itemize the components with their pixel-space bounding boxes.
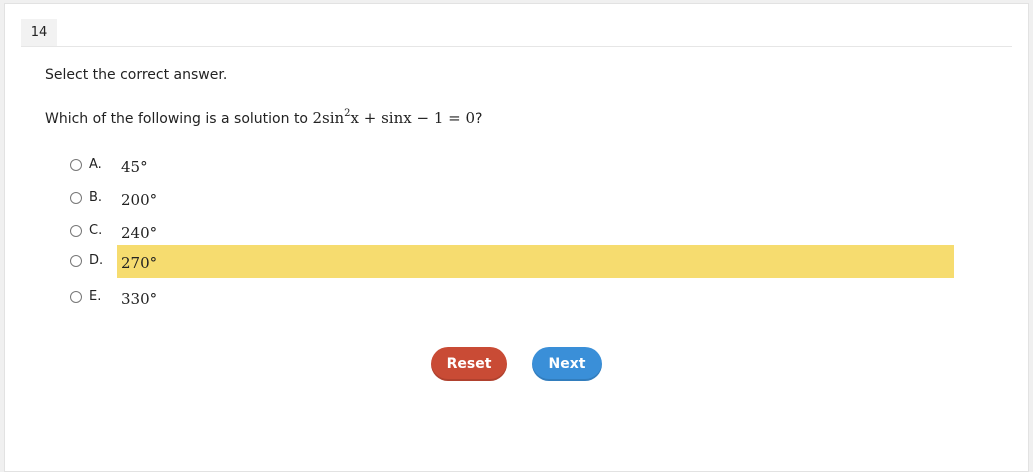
radio-button[interactable] xyxy=(70,192,82,204)
reset-button[interactable]: Reset xyxy=(431,347,507,381)
divider xyxy=(21,46,1012,47)
choice-letter: D. xyxy=(89,253,104,268)
choice-value: 45° xyxy=(121,158,148,176)
choice-value: 330° xyxy=(121,290,158,308)
radio-button[interactable] xyxy=(70,159,82,171)
choice-a[interactable]: A. 45° xyxy=(5,152,1030,185)
choice-d[interactable]: D. 270° xyxy=(5,245,1030,278)
next-button[interactable]: Next xyxy=(532,347,602,381)
choice-e[interactable]: E. 330° xyxy=(5,284,1030,317)
equation-part-a: 2sin xyxy=(312,109,345,127)
question-suffix: ? xyxy=(475,111,483,127)
choice-letter: E. xyxy=(89,289,102,304)
radio-button[interactable] xyxy=(70,225,82,237)
radio-button[interactable] xyxy=(70,291,82,303)
choice-value: 270° xyxy=(121,254,158,272)
choice-letter: A. xyxy=(89,157,102,172)
choice-letter: B. xyxy=(89,190,103,205)
choice-b[interactable]: B. 200° xyxy=(5,185,1030,218)
choice-value: 200° xyxy=(121,191,158,209)
selected-highlight xyxy=(117,245,954,278)
radio-button[interactable] xyxy=(70,255,82,267)
instruction-text: Select the correct answer. xyxy=(45,67,228,83)
question-card: 14 Select the correct answer. Which of t… xyxy=(4,3,1029,472)
equation: 2sin2x + sinx − 1 = 0 xyxy=(312,108,476,127)
question-text: Which of the following is a solution to … xyxy=(45,108,482,127)
equation-part-b: x + sinx − 1 = 0 xyxy=(350,109,476,127)
question-prefix: Which of the following is a solution to xyxy=(45,111,313,127)
choice-value: 240° xyxy=(121,224,158,242)
choice-letter: C. xyxy=(89,223,103,238)
question-number: 14 xyxy=(21,19,57,47)
